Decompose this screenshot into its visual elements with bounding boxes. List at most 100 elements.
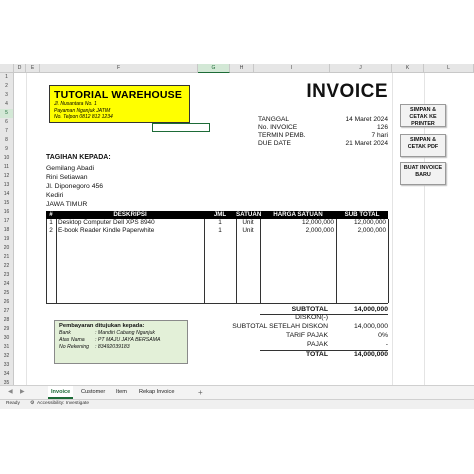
row-subtotal: 12,000,000 bbox=[354, 219, 386, 226]
subtotal-value: 14,000,000 bbox=[353, 306, 388, 313]
row-header-8[interactable]: 8 bbox=[0, 136, 14, 145]
row-header-12[interactable]: 12 bbox=[0, 172, 14, 181]
row-header-31[interactable]: 31 bbox=[0, 343, 14, 352]
payment-term-label: TERMIN PEMB. bbox=[258, 132, 306, 139]
column-header-f[interactable]: F bbox=[40, 64, 198, 73]
row-header-27[interactable]: 27 bbox=[0, 307, 14, 316]
tab-customer[interactable]: Customer bbox=[78, 386, 108, 399]
row-header-14[interactable]: 14 bbox=[0, 190, 14, 199]
row-header-2[interactable]: 2 bbox=[0, 82, 14, 91]
row-header-21[interactable]: 21 bbox=[0, 253, 14, 262]
row-description[interactable]: Desktop Computer Dell XPS 8940 bbox=[58, 219, 204, 227]
save-pdf-button[interactable]: SIMPAN & CETAK PDF bbox=[400, 134, 446, 157]
tax-rate-value[interactable]: 0% bbox=[378, 332, 388, 339]
row-header-28[interactable]: 28 bbox=[0, 316, 14, 325]
invoice-number-value[interactable]: 126 bbox=[377, 124, 388, 131]
row-header-25[interactable]: 25 bbox=[0, 289, 14, 298]
due-date-value[interactable]: 21 Maret 2024 bbox=[345, 140, 388, 147]
row-qty[interactable]: 1 bbox=[204, 227, 236, 235]
select-all-corner[interactable] bbox=[0, 64, 14, 73]
invoice-date-value[interactable]: 14 Maret 2024 bbox=[345, 116, 388, 123]
column-header-i[interactable]: I bbox=[254, 64, 330, 73]
bill-to-province[interactable]: JAWA TIMUR bbox=[46, 201, 87, 208]
row-header-10[interactable]: 10 bbox=[0, 154, 14, 163]
col-qty-header: JML bbox=[213, 211, 227, 218]
tab-scroll-left-icon[interactable]: ◀ bbox=[8, 388, 13, 395]
status-bar: Ready ⚙ Accessibility: Investigate bbox=[0, 399, 474, 409]
payment-account-name-value: : PT MAJU JAYA BERSAMA bbox=[95, 337, 161, 344]
row-header-9[interactable]: 9 bbox=[0, 145, 14, 154]
table-border bbox=[260, 219, 261, 303]
row-header-23[interactable]: 23 bbox=[0, 271, 14, 280]
row-header-20[interactable]: 20 bbox=[0, 244, 14, 253]
new-invoice-button[interactable]: BUAT INVOICE BARU bbox=[400, 162, 446, 185]
row-header-15[interactable]: 15 bbox=[0, 199, 14, 208]
row-header-18[interactable]: 18 bbox=[0, 226, 14, 235]
row-number: 2 bbox=[49, 227, 53, 234]
row-header-30[interactable]: 30 bbox=[0, 334, 14, 343]
row-qty[interactable]: 1 bbox=[204, 219, 236, 227]
table-border bbox=[204, 219, 205, 303]
row-header-22[interactable]: 22 bbox=[0, 262, 14, 271]
row-price[interactable]: 2,000,000 bbox=[260, 227, 334, 235]
column-header-g[interactable]: G bbox=[198, 64, 230, 73]
row-description[interactable]: E-book Reader Kindle Paperwhite bbox=[58, 227, 204, 235]
status-accessibility[interactable]: Accessibility: Investigate bbox=[37, 401, 89, 406]
bill-to-contact[interactable]: Rini Setiawan bbox=[46, 174, 88, 181]
company-info-box[interactable]: TUTORIAL WAREHOUSE Jl. Nusantara No. 1 P… bbox=[49, 85, 190, 123]
row-header-32[interactable]: 32 bbox=[0, 352, 14, 361]
row-header-4[interactable]: 4 bbox=[0, 100, 14, 109]
tab-scroll-right-icon[interactable]: ▶ bbox=[20, 388, 25, 395]
row-header-6[interactable]: 6 bbox=[0, 118, 14, 127]
after-discount-label: SUBTOTAL SETELAH DISKON bbox=[232, 323, 328, 330]
bill-to-address[interactable]: Jl. Diponegoro 456 bbox=[46, 183, 103, 190]
row-number: 1 bbox=[49, 219, 53, 226]
row-header-13[interactable]: 13 bbox=[0, 181, 14, 190]
row-unit[interactable]: Unit bbox=[236, 219, 260, 227]
column-header-h[interactable]: H bbox=[230, 64, 254, 73]
payment-term-value[interactable]: 7 hari bbox=[372, 132, 389, 139]
payment-account-name-label: Atas Nama bbox=[59, 337, 85, 344]
status-ready: Ready bbox=[6, 401, 20, 406]
invoice-area: TUTORIAL WAREHOUSE Jl. Nusantara No. 1 P… bbox=[40, 73, 392, 400]
row-header-5[interactable]: 5 bbox=[0, 109, 14, 118]
row-header-26[interactable]: 26 bbox=[0, 298, 14, 307]
tax-label: PAJAK bbox=[306, 341, 328, 348]
row-header-17[interactable]: 17 bbox=[0, 217, 14, 226]
payment-info-box[interactable]: Pembayaran ditujukan kepada: Bank : Mand… bbox=[54, 320, 188, 364]
row-header-16[interactable]: 16 bbox=[0, 208, 14, 217]
discount-label: DISKON(-) bbox=[295, 314, 328, 321]
save-print-button[interactable]: SIMPAN & CETAK KE PRINTER bbox=[400, 104, 446, 127]
row-header-1[interactable]: 1 bbox=[0, 73, 14, 82]
gridline bbox=[26, 73, 27, 400]
tab-invoice[interactable]: Invoice bbox=[48, 386, 74, 399]
tab-item[interactable]: Item bbox=[113, 386, 130, 399]
row-header-24[interactable]: 24 bbox=[0, 280, 14, 289]
row-header-3[interactable]: 3 bbox=[0, 91, 14, 100]
column-header-d[interactable]: D bbox=[14, 64, 26, 73]
accessibility-icon[interactable]: ⚙ bbox=[30, 401, 34, 406]
gridline bbox=[392, 73, 393, 400]
row-header-29[interactable]: 29 bbox=[0, 325, 14, 334]
column-header-j[interactable]: J bbox=[330, 64, 392, 73]
active-cell-g5[interactable] bbox=[152, 123, 210, 132]
row-header-19[interactable]: 19 bbox=[0, 235, 14, 244]
row-price[interactable]: 12,000,000 bbox=[260, 219, 334, 227]
column-header-l[interactable]: L bbox=[424, 64, 474, 73]
bill-to-company[interactable]: Gemilang Abadi bbox=[46, 165, 94, 172]
invoice-title: INVOICE bbox=[306, 81, 388, 102]
add-sheet-icon[interactable]: + bbox=[198, 386, 203, 399]
payment-account-number-line: No Rekening : 83492039183 bbox=[59, 344, 183, 351]
row-unit[interactable]: Unit bbox=[236, 227, 260, 235]
column-header-k[interactable]: K bbox=[392, 64, 424, 73]
company-name: TUTORIAL WAREHOUSE bbox=[54, 89, 183, 101]
row-header-11[interactable]: 11 bbox=[0, 163, 14, 172]
spreadsheet-grid[interactable]: D E F G H I J K L 1 2 3 4 5 6 7 8 9 10 11 12 13 14 15 1… bbox=[0, 64, 474, 400]
row-header-7[interactable]: 7 bbox=[0, 127, 14, 136]
row-header-34[interactable]: 34 bbox=[0, 370, 14, 379]
tab-rekap-invoice[interactable]: Rekap Invoice bbox=[136, 386, 177, 399]
table-border bbox=[236, 219, 237, 303]
column-header-e[interactable]: E bbox=[26, 64, 40, 73]
bill-to-city[interactable]: Kediri bbox=[46, 192, 63, 199]
row-header-33[interactable]: 33 bbox=[0, 361, 14, 370]
